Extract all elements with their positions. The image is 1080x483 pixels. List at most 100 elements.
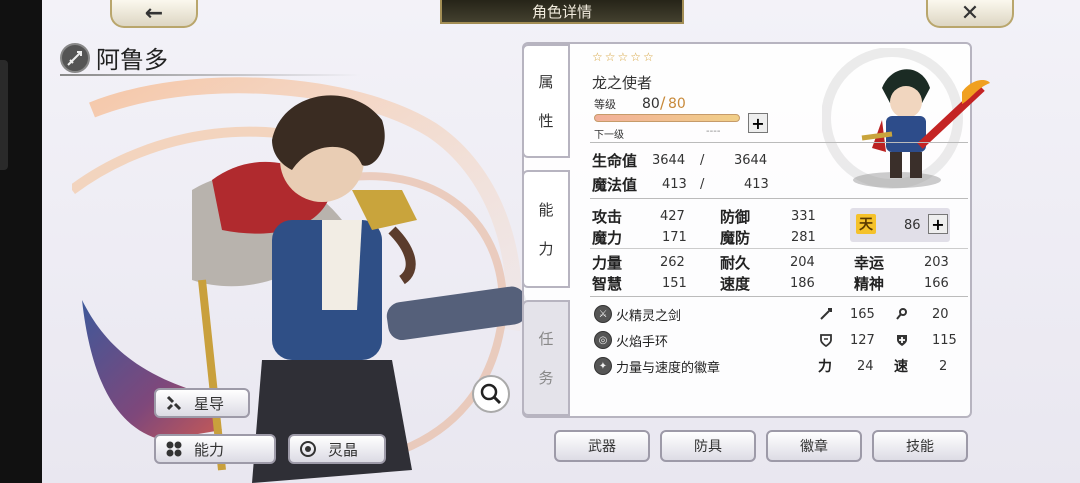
ability-icon: [164, 439, 184, 459]
level-slash: /: [660, 93, 666, 112]
character-title: 龙之使者: [592, 74, 653, 92]
equip-armor-name: 火焰手环: [616, 335, 669, 350]
luck-label: 幸运: [854, 254, 885, 272]
defense-stat-icon: [818, 332, 834, 348]
skill-tab-button[interactable]: 技能: [872, 430, 968, 462]
character-portrait: [822, 48, 990, 189]
sword-class-icon: [60, 42, 90, 73]
end-value: 204: [790, 255, 815, 270]
heaven-icon-char: 天: [859, 217, 873, 233]
mdef-value: 281: [791, 230, 816, 245]
tab-attributes[interactable]: 属 性: [522, 44, 570, 158]
spd-value: 186: [790, 276, 815, 291]
magic-stat-icon: [894, 306, 910, 322]
level-up-button[interactable]: +: [748, 113, 768, 133]
magnifier-icon: [480, 383, 502, 405]
mp-current: 413: [662, 177, 687, 192]
tab-quest-char1: 任: [538, 330, 554, 348]
heaven-icon: 天: [856, 214, 876, 234]
end-label: 耐久: [720, 254, 751, 272]
side-handle[interactable]: [0, 60, 8, 170]
ability-button[interactable]: 能力: [154, 434, 276, 464]
int-value: 151: [662, 276, 687, 291]
equip-badge-stat2: 2: [939, 359, 948, 374]
level-max: 80: [668, 96, 686, 112]
equip-weapon-stat1: 165: [850, 307, 875, 322]
hp-current: 3644: [652, 153, 686, 168]
badge-tab-label: 徽章: [800, 439, 828, 455]
weapon-tab-button[interactable]: 武器: [554, 430, 650, 462]
next-level-label: 下一级: [594, 130, 624, 141]
star-guide-icon: [164, 393, 184, 413]
mp-slash: /: [700, 177, 705, 192]
int-label: 智慧: [592, 275, 623, 293]
page-title: 角色详情: [440, 0, 684, 24]
divider: [590, 142, 968, 143]
plus-icon: +: [751, 113, 765, 133]
armor-tab-label: 防具: [694, 439, 722, 455]
str-label: 力量: [592, 254, 623, 272]
bracelet-icon: ◎: [594, 331, 612, 349]
back-arrow-icon: ←: [144, 0, 164, 26]
tab-ability-char1: 能: [538, 201, 554, 219]
equip-badge-stat1: 24: [857, 359, 874, 374]
tab-quest[interactable]: 任 务: [522, 300, 570, 416]
character-name-header: 阿鲁多: [60, 40, 168, 75]
spd-label: 速度: [720, 275, 751, 293]
crystal-icon: [298, 439, 318, 459]
magic-defense-stat-icon: [894, 332, 910, 348]
name-underline: [60, 74, 360, 76]
star-guide-label: 星导: [194, 394, 225, 413]
close-button[interactable]: ✕: [926, 0, 1014, 28]
spi-value: 166: [924, 276, 949, 291]
attack-stat-icon: [818, 306, 834, 322]
divider: [590, 198, 968, 199]
badge-stat1-label: 力: [818, 359, 832, 375]
equip-weapon-name: 火精灵之剑: [616, 309, 682, 324]
equip-weapon-stat2: 20: [932, 307, 949, 322]
next-level-value: ----: [706, 126, 721, 137]
badge-tab-button[interactable]: 徽章: [766, 430, 862, 462]
sword-icon: ⚔: [594, 305, 612, 323]
page-title-text: 角色详情: [531, 2, 592, 21]
equip-armor-stat2: 115: [932, 333, 957, 348]
def-value: 331: [791, 209, 816, 224]
divider: [590, 296, 968, 297]
hp-slash: /: [700, 153, 705, 168]
plus-icon: +: [931, 214, 945, 234]
mdef-label: 魔防: [720, 229, 751, 247]
tab-ability[interactable]: 能 力: [522, 170, 570, 288]
character-detail-screen: ← 角色详情 ✕ 阿鲁多 星导 能力 灵晶 属 性 能 力 任 务 ☆☆☆☆☆ …: [42, 0, 1080, 483]
crystal-button[interactable]: 灵晶: [288, 434, 386, 464]
star-guide-button[interactable]: 星导: [154, 388, 250, 418]
badge-icon: ✦: [594, 357, 612, 375]
skill-tab-label: 技能: [906, 439, 934, 455]
heaven-plus-button[interactable]: +: [928, 214, 948, 234]
badge-stat2-label: 速: [894, 359, 908, 375]
atk-value: 427: [660, 209, 685, 224]
equip-badge-name: 力量与速度的徽章: [616, 361, 721, 376]
character-illustration: [72, 77, 528, 483]
back-button[interactable]: ←: [110, 0, 198, 28]
atk-label: 攻击: [592, 208, 623, 226]
heaven-value: 86: [904, 218, 921, 233]
hp-label: 生命值: [592, 152, 638, 170]
zoom-button[interactable]: [472, 375, 510, 413]
hp-max: 3644: [734, 153, 768, 168]
level-label: 等级: [594, 98, 616, 111]
close-icon: ✕: [960, 0, 980, 26]
tab-quest-char2: 务: [538, 369, 554, 387]
spi-label: 精神: [854, 275, 885, 293]
tab-attributes-char2: 性: [538, 112, 554, 130]
crystal-label: 灵晶: [328, 440, 359, 459]
armor-tab-button[interactable]: 防具: [660, 430, 756, 462]
level-current: 80: [642, 96, 660, 112]
divider: [590, 248, 968, 249]
level-progress-bar: [594, 114, 740, 122]
tab-attributes-char1: 属: [538, 73, 554, 91]
str-value: 262: [660, 255, 685, 270]
mag-value: 171: [662, 230, 687, 245]
luck-value: 203: [924, 255, 949, 270]
equip-armor-stat1: 127: [850, 333, 875, 348]
mp-label: 魔法值: [592, 176, 638, 194]
